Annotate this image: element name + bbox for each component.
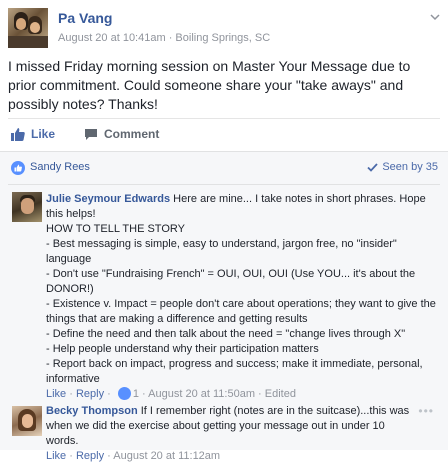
comment-button-label: Comment	[104, 127, 160, 141]
post-header: Pa Vang August 20 at 10:41am · Boiling S…	[8, 8, 440, 50]
reaction-liker-name[interactable]: Sandy Rees	[30, 161, 90, 173]
like-button[interactable]: Like	[11, 127, 55, 141]
comment-line: - Define the need and then talk about th…	[46, 328, 406, 340]
meta-separator: ·	[66, 450, 76, 462]
more-options-icon[interactable]: •••	[418, 404, 434, 418]
like-reaction-icon	[117, 387, 131, 400]
comment-like-link[interactable]: Like	[46, 388, 66, 400]
comment-line: - Existence v. Impact = people don't car…	[46, 298, 436, 325]
comment-timestamp[interactable]: August 20 at 11:12am	[113, 450, 220, 462]
author-avatar[interactable]	[8, 8, 48, 48]
comment-line: HOW TO TELL THE STORY	[46, 223, 185, 235]
comment-meta: Like · Reply · 1 · August 20 at 11:50am …	[46, 387, 438, 402]
commenter-name[interactable]: Julie Seymour Edwards	[46, 193, 170, 205]
comment-edited-label[interactable]: Edited	[265, 388, 296, 400]
post-location[interactable]: Boiling Springs, SC	[175, 32, 270, 44]
comment-reply-link[interactable]: Reply	[76, 450, 104, 462]
meta-separator: ·	[139, 388, 149, 400]
meta-separator: ·	[165, 32, 176, 44]
comment-line: - Best messaging is simple, easy to unde…	[46, 238, 397, 265]
post-author-name[interactable]: Pa Vang	[58, 10, 112, 26]
seen-by-label: Seen by 35	[382, 161, 438, 173]
comment-meta: Like · Reply · August 20 at 11:12am	[46, 449, 416, 464]
meta-separator: ·	[104, 450, 114, 462]
meta-separator: ·	[255, 388, 265, 400]
comment-body: Julie Seymour Edwards Here are mine... I…	[46, 192, 438, 402]
speech-bubble-icon	[85, 128, 97, 140]
facebook-post: Pa Vang August 20 at 10:41am · Boiling S…	[0, 0, 448, 462]
checkmark-icon	[367, 162, 379, 172]
like-button-label: Like	[31, 127, 56, 141]
seen-by[interactable]: Seen by 35	[367, 161, 438, 173]
commenter-avatar[interactable]	[12, 192, 42, 222]
thumbs-up-icon	[11, 127, 25, 141]
post-meta: August 20 at 10:41am · Boiling Springs, …	[58, 32, 270, 44]
comment-line: - Don't use "Fundraising French" = OUI, …	[46, 268, 416, 295]
comment-reply-link[interactable]: Reply	[76, 388, 104, 400]
comments-section: Sandy Rees Seen by 35 Julie Seymour Edwa…	[0, 151, 448, 462]
meta-separator: ·	[66, 388, 76, 400]
like-reaction-icon	[11, 161, 25, 175]
meta-separator: ·	[104, 388, 114, 400]
post-timestamp[interactable]: August 20 at 10:41am	[58, 32, 166, 44]
comment-body: Becky Thompson If I remember right (note…	[46, 404, 416, 464]
post-text: I missed Friday morning session on Maste…	[8, 58, 411, 112]
comment-button[interactable]: Comment	[84, 127, 159, 141]
comment-line: - Report back on impact, progress and su…	[46, 358, 423, 385]
commenter-avatar[interactable]	[12, 406, 42, 436]
commenter-name[interactable]: Becky Thompson	[46, 405, 138, 417]
comment-like-link[interactable]: Like	[46, 450, 66, 462]
chevron-down-icon[interactable]	[430, 12, 440, 22]
comment-line: - Help people understand why their parti…	[46, 343, 319, 355]
reactions-row: Sandy Rees Seen by 35	[8, 152, 440, 185]
comment-timestamp[interactable]: August 20 at 11:50am	[148, 388, 255, 400]
post-actions: Like Comment	[8, 118, 440, 149]
